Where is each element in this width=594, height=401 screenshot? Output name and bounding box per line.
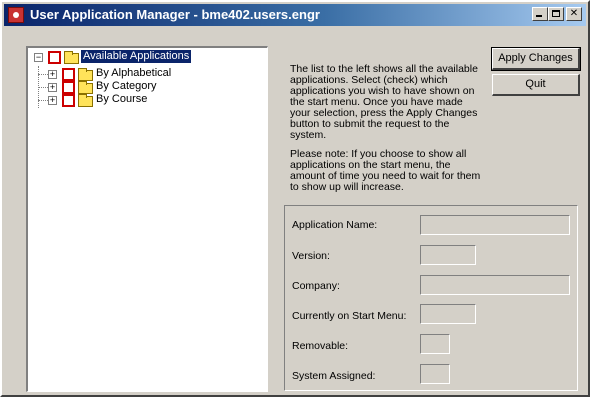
folder-icon — [64, 51, 79, 64]
system-assigned-field — [420, 364, 450, 384]
maximize-icon — [552, 10, 560, 17]
version-field — [420, 245, 476, 265]
applications-tree[interactable]: − Available Applications + By Alphabetic… — [26, 46, 268, 392]
removable-label: Removable: — [292, 340, 349, 352]
tree-item-available-applications[interactable]: − Available Applications — [28, 50, 258, 64]
version-label: Version: — [292, 250, 330, 262]
app-icon[interactable] — [8, 7, 24, 23]
tree-expander-icon[interactable]: + — [48, 96, 57, 105]
start-menu-label: Currently on Start Menu: — [292, 310, 407, 322]
minimize-button[interactable] — [532, 7, 548, 21]
checkbox-icon[interactable] — [48, 51, 61, 64]
tree-item-label[interactable]: By Course — [96, 93, 147, 106]
checkbox-icon[interactable] — [62, 94, 75, 107]
quit-button[interactable]: Quit — [492, 74, 580, 96]
folder-icon — [78, 94, 93, 107]
company-label: Company: — [292, 280, 340, 292]
tree-expander-icon[interactable]: + — [48, 83, 57, 92]
tree-item-label[interactable]: Available Applications — [81, 50, 192, 63]
note-paragraph: Please note: If you choose to show all a… — [290, 148, 481, 193]
app-window: User Application Manager - bme402.users.… — [0, 0, 590, 397]
application-name-label: Application Name: — [292, 219, 378, 231]
company-field — [420, 275, 570, 295]
tree-expander-icon[interactable]: − — [34, 53, 43, 62]
instructions-text: The list to the left shows all the avail… — [290, 64, 486, 201]
removable-field — [420, 334, 450, 354]
application-name-field — [420, 215, 570, 235]
minimize-icon — [536, 15, 542, 17]
title-bar[interactable]: User Application Manager - bme402.users.… — [4, 4, 586, 26]
system-assigned-label: System Assigned: — [292, 370, 376, 382]
start-menu-field — [420, 304, 476, 324]
window-title: User Application Manager - bme402.users.… — [30, 7, 320, 22]
close-icon: ✕ — [569, 8, 579, 19]
close-button[interactable]: ✕ — [566, 7, 582, 21]
tree-expander-icon[interactable]: + — [48, 70, 57, 79]
instructions-paragraph: The list to the left shows all the avail… — [290, 63, 478, 141]
tree-item-by-alphabetical[interactable]: + By Alphabetical — [28, 66, 258, 81]
apply-changes-button[interactable]: Apply Changes — [491, 47, 581, 71]
maximize-button[interactable] — [548, 7, 564, 21]
tree-item-by-course[interactable]: + By Course — [28, 92, 258, 107]
tree-item-by-category[interactable]: + By Category — [28, 79, 258, 94]
